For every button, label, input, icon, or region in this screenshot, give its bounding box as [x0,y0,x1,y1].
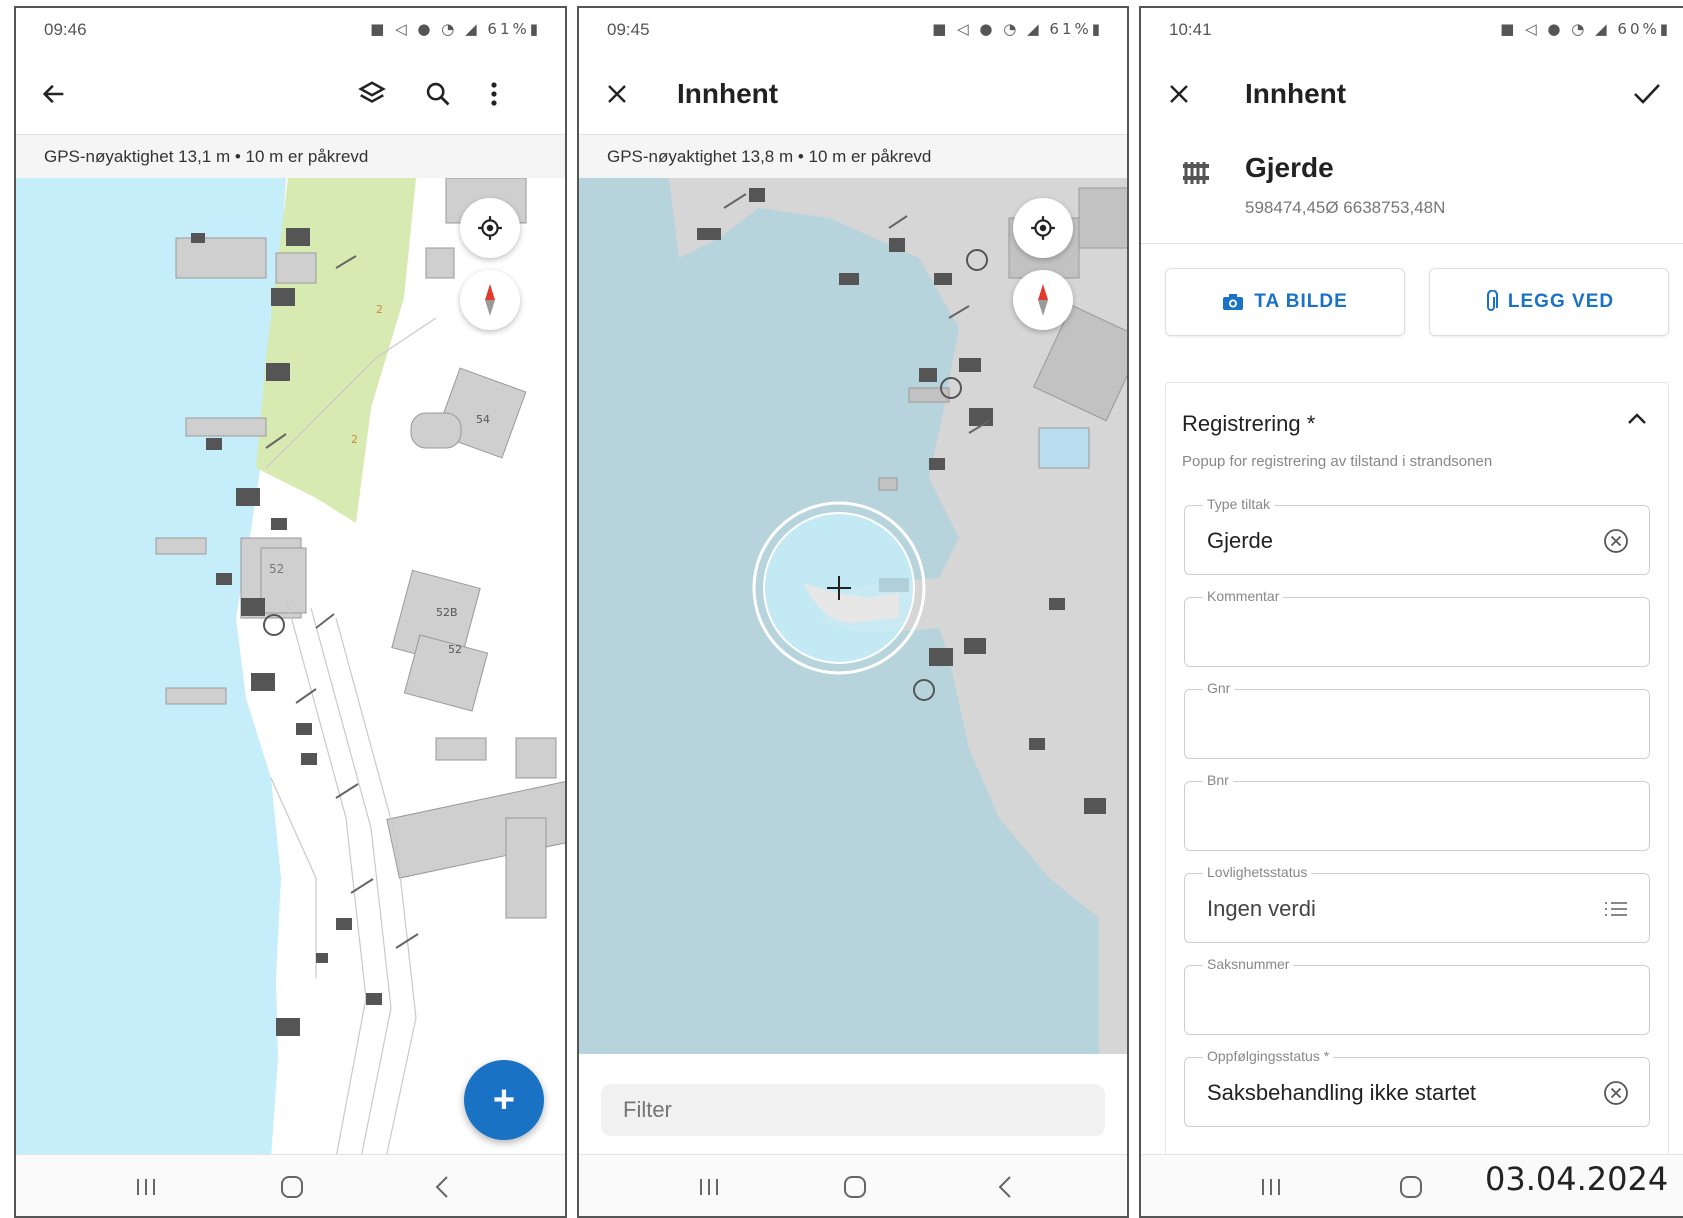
section-subtitle: Popup for registrering av tilstand i str… [1182,453,1493,470]
clear-icon[interactable] [1601,1078,1631,1108]
map-label: 2 [351,433,358,446]
field-saksnummer[interactable]: Saksnummer [1184,956,1650,1035]
list-icon[interactable] [1601,894,1631,924]
app-bar: Innhent [579,52,1127,134]
compass-button[interactable] [460,270,520,330]
recent-apps-icon[interactable] [689,1171,729,1203]
field-label: Kommentar [1203,588,1284,604]
locate-button[interactable] [460,198,520,258]
home-icon[interactable] [1391,1171,1431,1203]
compass-button[interactable] [1013,270,1073,330]
camera-icon [1223,294,1244,310]
field-oppfolgingsstatus[interactable]: Oppfølgingsstatus * Saksbehandling ikke … [1184,1048,1650,1127]
phone-screen-form: 10:41 ■ ◁ ● ◔ ◢ 60%▮ Innhent Gjerde 5984… [1139,6,1683,1218]
filter-input[interactable] [601,1084,1105,1136]
close-icon[interactable] [1157,72,1201,116]
feature-header: Gjerde 598474,45Ø 6638753,48N [1141,134,1683,244]
system-nav-bar [579,1154,1127,1216]
add-feature-button[interactable]: + [464,1060,544,1140]
field-value: Ingen verdi [1207,896,1316,921]
check-icon[interactable] [1625,72,1669,116]
locate-button[interactable] [1013,198,1073,258]
app-bar: Innhent [1141,52,1683,134]
back-nav-icon[interactable] [985,1171,1025,1203]
map-label: 54 [476,413,490,426]
field-label: Bnr [1203,772,1233,788]
field-label: Lovlighetsstatus [1203,864,1312,880]
phone-screen-collect: 09:45 ■ ◁ ● ◔ ◢ 61%▮ Innhent GPS-nøyakti… [577,6,1129,1218]
take-photo-button[interactable]: TA BILDE [1165,268,1405,336]
arrow-left-icon[interactable] [32,72,76,116]
gps-target-icon [1031,216,1055,240]
layers-icon[interactable] [350,72,394,116]
fence-icon [1183,162,1209,184]
field-label: Type tiltak [1203,496,1275,512]
gps-target-icon [478,216,502,240]
phone-screen-map: 09:46 ■ ◁ ● ◔ ◢ 61%▮ GPS-nøyaktighet 13,… [14,6,567,1218]
gps-accuracy-text: GPS-nøyaktighet 13,8 m • 10 m er påkrevd [607,147,932,166]
gps-accuracy-bar: GPS-nøyaktighet 13,8 m • 10 m er påkrevd [579,134,1127,178]
attach-label: LEGG VED [1507,291,1615,312]
close-icon[interactable] [595,72,639,116]
recent-apps-icon[interactable] [1251,1171,1291,1203]
home-icon[interactable] [835,1171,875,1203]
status-icons: ■ ◁ ● ◔ ◢ 60%▮ [1500,20,1671,38]
map-label: 2 [376,303,383,316]
field-label: Oppfølgingsstatus * [1203,1048,1334,1064]
attach-button[interactable]: LEGG VED [1429,268,1669,336]
field-label: Gnr [1203,680,1235,696]
status-icons: ■ ◁ ● ◔ ◢ 61%▮ [932,20,1103,38]
map-label: 52B [436,606,458,619]
home-icon[interactable] [272,1171,312,1203]
map-view[interactable] [579,178,1127,1054]
clear-icon[interactable] [1601,526,1631,556]
section-title: Registrering * [1182,411,1316,436]
more-vert-icon[interactable] [472,72,516,116]
date-stamp: 03.04.2024 [1485,1160,1669,1198]
field-lovlighetsstatus[interactable]: Lovlighetsstatus Ingen verdi [1184,864,1650,943]
field-type-tiltak[interactable]: Type tiltak Gjerde [1184,496,1650,575]
filter-area [579,1054,1127,1158]
status-bar: 10:41 ■ ◁ ● ◔ ◢ 60%▮ [1141,8,1683,52]
recent-apps-icon[interactable] [126,1171,166,1203]
compass-icon [485,284,495,316]
take-photo-label: TA BILDE [1254,291,1348,312]
feature-coords: 598474,45Ø 6638753,48N [1245,198,1446,217]
map-label: 52 [269,562,284,576]
status-time: 09:45 [607,20,650,39]
status-icons: ■ ◁ ● ◔ ◢ 61%▮ [370,20,541,38]
field-value: Saksbehandling ikke startet [1207,1080,1477,1105]
field-label: Saksnummer [1203,956,1294,972]
compass-icon [1038,284,1048,316]
gps-accuracy-text: GPS-nøyaktighet 13,1 m • 10 m er påkrevd [44,147,369,166]
field-value: Gjerde [1207,528,1274,553]
paperclip-icon [1486,290,1498,311]
back-nav-icon[interactable] [422,1171,462,1203]
chevron-up-icon[interactable] [1626,411,1654,439]
field-kommentar[interactable]: Kommentar [1184,588,1650,667]
map-view[interactable]: 52 54 52B 52 2 2 + [16,178,565,1158]
status-time: 10:41 [1169,20,1212,39]
status-bar: 09:46 ■ ◁ ● ◔ ◢ 61%▮ [16,8,565,52]
map-label: 52 [448,643,462,656]
page-title: Innhent [677,78,779,109]
registration-section: Registrering * Popup for registrering av… [1165,382,1669,1162]
feature-name: Gjerde [1245,152,1334,183]
status-time: 09:46 [44,20,87,39]
page-title: Innhent [1245,78,1347,109]
system-nav-bar [16,1154,565,1216]
app-bar [16,52,565,134]
field-bnr[interactable]: Bnr [1184,772,1650,851]
status-bar: 09:45 ■ ◁ ● ◔ ◢ 61%▮ [579,8,1127,52]
search-icon[interactable] [416,72,460,116]
gps-accuracy-bar: GPS-nøyaktighet 13,1 m • 10 m er påkrevd [16,134,565,178]
field-gnr[interactable]: Gnr [1184,680,1650,759]
